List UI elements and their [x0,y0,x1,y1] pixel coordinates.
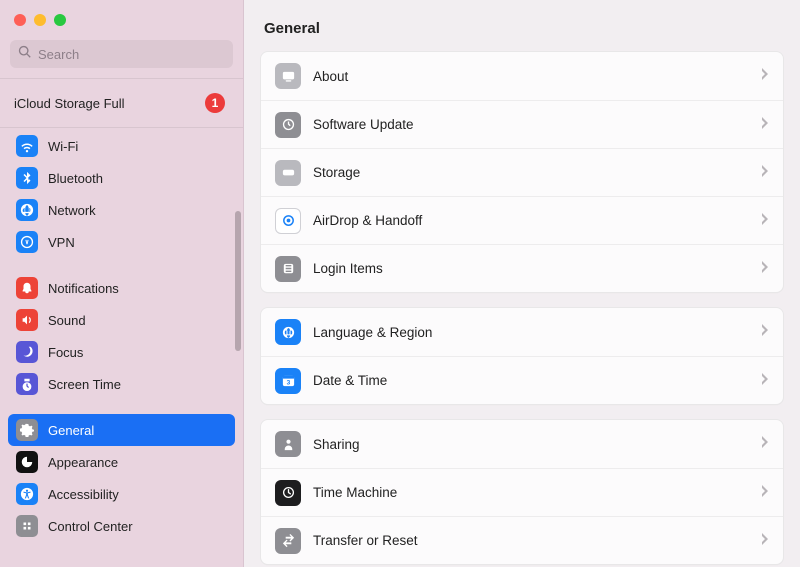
chevron-right-icon [761,484,769,502]
sidebar-item-bluetooth[interactable]: Bluetooth [8,162,235,194]
sidebar-scrollbar[interactable] [235,211,241,351]
sidebar-item-network[interactable]: Network [8,194,235,226]
sidebar: iCloud Storage Full 1 Wi-Fi Bluetooth [0,0,244,567]
zoom-window[interactable] [54,14,66,26]
sidebar-item-label: Sound [48,313,86,328]
row-label: Software Update [313,117,761,132]
sidebar-item-focus[interactable]: Focus [8,336,235,368]
sidebar-item-appearance[interactable]: Appearance [8,446,235,478]
page-title: General [260,0,784,51]
icloud-storage-notice[interactable]: iCloud Storage Full 1 [0,79,243,127]
svg-text:3: 3 [286,380,290,387]
sidebar-item-label: Screen Time [48,377,121,392]
sidebar-item-label: Wi-Fi [48,139,78,154]
sidebar-item-controlcenter[interactable]: Control Center [8,510,235,542]
close-window[interactable] [14,14,26,26]
chevron-right-icon [761,532,769,550]
row-transfer-reset[interactable]: Transfer or Reset [261,516,783,564]
network-icon [16,199,38,221]
storage-icon [275,160,301,186]
sidebar-item-label: Network [48,203,96,218]
chevron-right-icon [761,323,769,341]
search-input[interactable] [38,47,225,62]
sidebar-item-notifications[interactable]: Notifications [8,272,235,304]
sidebar-scroll: iCloud Storage Full 1 Wi-Fi Bluetooth [0,79,243,567]
sidebar-item-label: Accessibility [48,487,119,502]
wifi-icon [16,135,38,157]
row-sharing[interactable]: Sharing [261,420,783,468]
row-label: Sharing [313,437,761,452]
row-storage[interactable]: Storage [261,148,783,196]
minimize-window[interactable] [34,14,46,26]
row-airdrop-handoff[interactable]: AirDrop & Handoff [261,196,783,244]
sidebar-item-vpn[interactable]: VPN [8,226,235,258]
sidebar-item-general[interactable]: General [8,414,235,446]
row-login-items[interactable]: Login Items [261,244,783,292]
transfer-icon [275,528,301,554]
bluetooth-icon [16,167,38,189]
row-label: Date & Time [313,373,761,388]
sidebar-group-alerts: Notifications Sound Focus Screen Time [0,270,243,402]
row-date-time[interactable]: 3 Date & Time [261,356,783,404]
general-icon [16,419,38,441]
sidebar-group-network: Wi-Fi Bluetooth Network VPN [0,128,243,260]
accessibility-icon [16,483,38,505]
settings-group: Language & Region 3 Date & Time [260,307,784,405]
sidebar-item-screentime[interactable]: Screen Time [8,368,235,400]
row-software-update[interactable]: Software Update [261,100,783,148]
timemachine-icon [275,480,301,506]
chevron-right-icon [761,116,769,134]
chevron-right-icon [761,67,769,85]
sidebar-item-sound[interactable]: Sound [8,304,235,336]
sharing-icon [275,431,301,457]
main-content: General About Software Update Storage [244,0,800,567]
row-time-machine[interactable]: Time Machine [261,468,783,516]
login-items-icon [275,256,301,282]
sidebar-item-label: VPN [48,235,75,250]
sidebar-item-label: General [48,423,94,438]
chevron-right-icon [761,164,769,182]
sidebar-item-label: Notifications [48,281,119,296]
chevron-right-icon [761,435,769,453]
sidebar-item-accessibility[interactable]: Accessibility [8,478,235,510]
row-label: Storage [313,165,761,180]
notice-text: iCloud Storage Full [14,96,125,111]
datetime-icon: 3 [275,368,301,394]
vpn-icon [16,231,38,253]
controlcenter-icon [16,515,38,537]
settings-group: About Software Update Storage AirDrop & … [260,51,784,293]
sidebar-group-system: General Appearance Accessibility Control… [0,412,243,544]
search-icon [18,45,32,64]
row-label: Time Machine [313,485,761,500]
software-update-icon [275,112,301,138]
notice-badge: 1 [205,93,225,113]
row-label: About [313,69,761,84]
row-label: Login Items [313,261,761,276]
focus-icon [16,341,38,363]
language-icon [275,319,301,345]
sound-icon [16,309,38,331]
window-controls [0,0,243,36]
row-label: Transfer or Reset [313,533,761,548]
screentime-icon [16,373,38,395]
row-about[interactable]: About [261,52,783,100]
sidebar-item-wifi[interactable]: Wi-Fi [8,130,235,162]
sidebar-item-label: Control Center [48,519,133,534]
airdrop-icon [275,208,301,234]
chevron-right-icon [761,212,769,230]
appearance-icon [16,451,38,473]
notifications-icon [16,277,38,299]
about-icon [275,63,301,89]
sidebar-item-label: Appearance [48,455,118,470]
row-label: Language & Region [313,325,761,340]
sidebar-item-label: Bluetooth [48,171,103,186]
sidebar-item-label: Focus [48,345,83,360]
chevron-right-icon [761,372,769,390]
row-label: AirDrop & Handoff [313,213,761,228]
row-language-region[interactable]: Language & Region [261,308,783,356]
search-field[interactable] [10,40,233,68]
chevron-right-icon [761,260,769,278]
settings-group: Sharing Time Machine Transfer or Reset [260,419,784,565]
